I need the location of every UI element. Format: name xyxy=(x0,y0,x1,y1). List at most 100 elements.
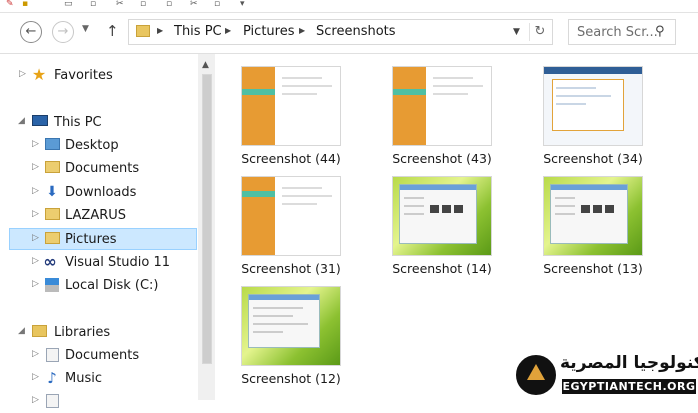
disk-icon xyxy=(44,278,60,292)
nav-item-music[interactable]: ▷ ♪ Music xyxy=(0,368,196,390)
rename-icon[interactable]: ▫ xyxy=(214,0,226,9)
file-name[interactable]: Screenshot (43) xyxy=(372,151,512,166)
search-placeholder[interactable]: Search Scr... xyxy=(577,25,658,40)
nav-label: Visual Studio 11 xyxy=(65,255,171,270)
properties-icon[interactable]: ✎ xyxy=(6,0,18,9)
nav-label: Documents xyxy=(65,161,140,176)
nav-item-library-documents[interactable]: ▷ Documents xyxy=(0,345,196,367)
refresh-icon: ↻ xyxy=(534,24,546,39)
breadcrumb-this-pc[interactable]: This PC xyxy=(174,24,222,39)
visual-studio-icon: ∞ xyxy=(43,252,57,271)
watermark-arabic-text: التكنولوجيا المصرية xyxy=(560,353,698,373)
breadcrumb-chevron-icon[interactable]: ▶ xyxy=(157,26,163,35)
search-icon[interactable]: ⚲ xyxy=(655,24,665,39)
collapse-chevron-icon[interactable]: ◢ xyxy=(18,116,25,126)
documents-icon xyxy=(44,348,60,362)
nav-label: This PC xyxy=(54,115,102,130)
expand-chevron-icon[interactable]: ▷ xyxy=(32,372,39,382)
expand-chevron-icon[interactable]: ▷ xyxy=(32,349,39,359)
copy-to-icon[interactable]: ▫ xyxy=(140,0,152,9)
file-list: Screenshot (44) Screenshot (43) Screensh… xyxy=(216,54,698,400)
nav-item-lazarus[interactable]: ▷ LAZARUS xyxy=(0,205,196,227)
file-thumbnail[interactable] xyxy=(241,176,341,256)
music-icon: ♪ xyxy=(47,369,57,387)
customize-dropdown-icon[interactable]: ▾ xyxy=(240,0,252,9)
expand-chevron-icon[interactable]: ▷ xyxy=(32,209,39,219)
breadcrumb-pictures[interactable]: Pictures xyxy=(243,24,294,39)
expand-chevron-icon[interactable]: ▷ xyxy=(32,256,39,266)
computer-icon xyxy=(32,115,48,129)
nav-item-favorites[interactable]: ▷ ★ Favorites xyxy=(0,65,196,87)
scrollbar-thumb[interactable] xyxy=(202,74,212,364)
navigation-pane: ▷ ★ Favorites ◢ This PC ▷ Desktop ▷ Docu… xyxy=(0,54,198,408)
view-icon[interactable]: ▭ xyxy=(64,0,76,9)
nav-item-this-pc[interactable]: ◢ This PC xyxy=(0,112,196,134)
nav-label: Music xyxy=(65,371,102,386)
file-name[interactable]: Screenshot (34) xyxy=(523,151,663,166)
file-thumbnail[interactable] xyxy=(392,66,492,146)
expand-chevron-icon[interactable]: ▷ xyxy=(32,395,39,405)
expand-chevron-icon[interactable]: ▷ xyxy=(32,279,39,289)
new-folder-icon[interactable]: ▪ xyxy=(22,0,34,9)
nav-item-desktop[interactable]: ▷ Desktop xyxy=(0,135,196,157)
back-button[interactable]: ← xyxy=(20,21,42,43)
nav-item-libraries[interactable]: ◢ Libraries xyxy=(0,322,196,344)
pictures-folder-icon xyxy=(44,232,60,246)
nav-item-pictures[interactable]: ▷ Pictures xyxy=(9,228,197,250)
up-one-level-button[interactable]: ↑ xyxy=(106,22,119,40)
nav-label: Pictures xyxy=(65,232,117,247)
refresh-button[interactable]: ↻ xyxy=(529,23,550,41)
expand-chevron-icon[interactable]: ▷ xyxy=(19,69,26,79)
documents-icon xyxy=(44,161,60,175)
collapse-chevron-icon[interactable]: ◢ xyxy=(18,326,25,336)
nav-item-documents[interactable]: ▷ Documents xyxy=(0,158,196,180)
address-bar[interactable]: ▶ This PC ▶ Pictures ▶ Screenshots ▼ ↻ xyxy=(128,19,553,45)
paste-icon[interactable]: ▫ xyxy=(166,0,178,9)
star-icon: ★ xyxy=(31,65,47,84)
copy-icon[interactable]: ▫ xyxy=(90,0,102,9)
file-name[interactable]: Screenshot (44) xyxy=(221,151,361,166)
libraries-icon xyxy=(31,325,47,339)
nav-label: Libraries xyxy=(54,325,111,340)
recent-locations-dropdown-icon[interactable]: ▼ xyxy=(82,24,89,34)
nav-label: LAZARUS xyxy=(65,208,127,223)
file-name[interactable]: Screenshot (31) xyxy=(221,261,361,276)
expand-chevron-icon[interactable]: ▷ xyxy=(32,233,39,243)
forward-arrow-icon: → xyxy=(57,24,69,39)
nav-item-local-disk[interactable]: ▷ Local Disk (C:) xyxy=(0,275,196,297)
nav-item-partial[interactable]: ▷ xyxy=(0,391,196,413)
file-name[interactable]: Screenshot (13) xyxy=(523,261,663,276)
expand-chevron-icon[interactable]: ▷ xyxy=(32,162,39,172)
file-thumbnail[interactable] xyxy=(241,66,341,146)
breadcrumb-screenshots[interactable]: Screenshots xyxy=(316,24,396,39)
folder-icon xyxy=(44,138,60,152)
scroll-up-icon[interactable]: ▲ xyxy=(202,60,209,70)
file-thumbnail[interactable] xyxy=(543,66,643,146)
expand-chevron-icon[interactable]: ▷ xyxy=(32,186,39,196)
nav-item-visual-studio[interactable]: ▷ ∞ Visual Studio 11 xyxy=(0,252,196,274)
address-dropdown-icon[interactable]: ▼ xyxy=(513,27,520,37)
file-thumbnail[interactable] xyxy=(392,176,492,256)
file-name[interactable]: Screenshot (14) xyxy=(372,261,512,276)
nav-scrollbar[interactable]: ▲ xyxy=(198,54,215,400)
nav-label: Documents xyxy=(65,348,140,363)
watermark-english-text: EGYPTIANTECH.ORG xyxy=(562,379,696,394)
downloads-icon: ⬇ xyxy=(46,184,58,200)
folder-icon xyxy=(44,208,60,222)
cut-icon[interactable]: ✂ xyxy=(116,0,128,9)
file-name[interactable]: Screenshot (12) xyxy=(221,371,361,386)
file-thumbnail[interactable] xyxy=(241,286,341,366)
nav-label: Local Disk (C:) xyxy=(65,278,159,293)
forward-button[interactable]: → xyxy=(52,21,74,43)
breadcrumb-chevron-icon[interactable]: ▶ xyxy=(299,26,305,35)
egyptiantech-logo-icon xyxy=(514,353,558,397)
scissors-icon[interactable]: ✂ xyxy=(190,0,202,9)
file-thumbnail[interactable] xyxy=(543,176,643,256)
expand-chevron-icon[interactable]: ▷ xyxy=(32,139,39,149)
nav-item-downloads[interactable]: ▷ ⬇ Downloads xyxy=(0,182,196,204)
breadcrumb-chevron-icon[interactable]: ▶ xyxy=(225,26,231,35)
search-box[interactable]: Search Scr... ⚲ xyxy=(568,19,676,45)
folder-icon xyxy=(136,25,150,37)
quick-access-toolbar: ✎ ▪ ▭ ▫ ✂ ▫ ▫ ✂ ▫ ▾ xyxy=(0,0,698,13)
navigation-toolbar: ← → ▼ ↑ ▶ This PC ▶ Pictures ▶ Screensho… xyxy=(0,13,698,54)
